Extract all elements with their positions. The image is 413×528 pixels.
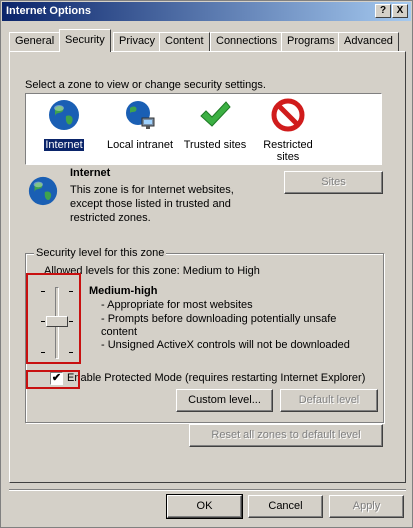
zone-list: Internet Local intranet Trusted sites Re…	[25, 93, 382, 165]
zone-name: Internet	[70, 167, 111, 179]
checkmark-icon	[200, 101, 231, 127]
level-bullet: - Prompts before downloading potentially…	[101, 313, 337, 338]
zone-restricted-sites[interactable]: Restricted sites	[258, 98, 318, 163]
level-bullet: - Appropriate for most websites	[101, 299, 253, 311]
zone-label: Trusted sites	[183, 139, 247, 151]
level-name: Medium-high	[89, 285, 158, 297]
tab-strip: General Security Privacy Content Connect…	[9, 29, 409, 52]
zone-trusted-sites[interactable]: Trusted sites	[182, 98, 248, 151]
help-button[interactable]: ?	[375, 4, 391, 18]
zone-label: Local intranet	[106, 139, 174, 151]
window-title: Internet Options	[6, 5, 91, 17]
globe-icon	[28, 176, 58, 206]
tab-advanced[interactable]: Advanced	[338, 32, 399, 51]
highlight-box	[26, 370, 80, 389]
protected-mode-label[interactable]: Enable Protected Mode (requires restarti…	[67, 372, 365, 384]
apply-button[interactable]: Apply	[329, 495, 404, 518]
title-bar[interactable]: Internet Options ? X	[2, 2, 411, 21]
zone-local-intranet[interactable]: Local intranet	[102, 98, 178, 151]
cancel-button[interactable]: Cancel	[248, 495, 323, 518]
sites-button[interactable]: Sites	[284, 171, 383, 194]
zone-internet[interactable]: Internet	[32, 98, 96, 151]
globe-icon	[49, 100, 79, 130]
tab-connections[interactable]: Connections	[210, 32, 284, 51]
reset-all-zones-button[interactable]: Reset all zones to default level	[189, 424, 383, 447]
intranet-icon	[126, 101, 155, 129]
default-level-button[interactable]: Default level	[280, 389, 378, 412]
zone-description: This zone is for Internet websites, exce…	[70, 184, 234, 224]
close-button[interactable]: X	[392, 4, 408, 18]
tab-privacy[interactable]: Privacy	[113, 32, 162, 51]
custom-level-button[interactable]: Custom level...	[176, 389, 273, 412]
level-bullet: - Unsigned ActiveX controls will not be …	[101, 339, 350, 351]
internet-options-window: Internet Options ? X General Security Pr…	[0, 0, 413, 528]
highlight-box	[26, 273, 81, 364]
group-title: Security level for this zone	[34, 247, 167, 259]
tab-content[interactable]: Content	[159, 32, 210, 51]
tab-security[interactable]: Security	[59, 29, 111, 52]
zone-label: Restricted sites	[263, 139, 313, 163]
zone-prompt: Select a zone to view or change security…	[25, 79, 266, 91]
ok-button[interactable]: OK	[166, 494, 243, 519]
footer-divider	[9, 489, 406, 491]
tab-general[interactable]: General	[9, 32, 61, 51]
zone-label: Internet	[44, 139, 84, 151]
tab-programs[interactable]: Programs	[281, 32, 341, 51]
restricted-icon	[271, 98, 305, 132]
